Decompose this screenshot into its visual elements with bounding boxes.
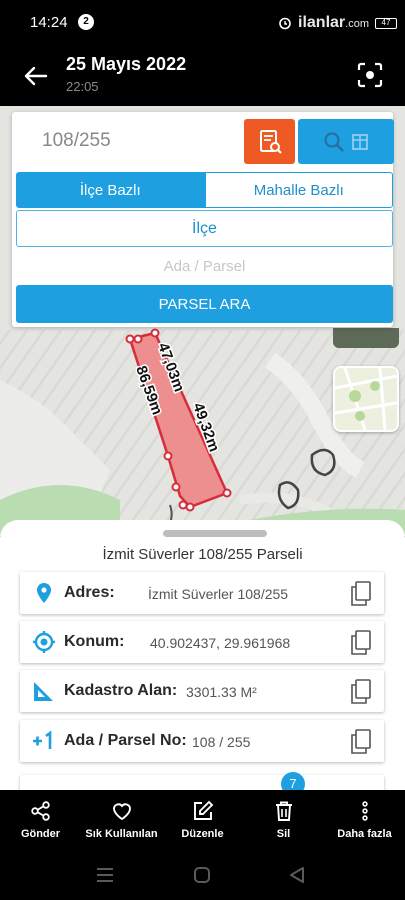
tab-neighborhood[interactable]: Mahalle Bazlı	[204, 172, 393, 208]
document-search-icon	[259, 129, 282, 154]
copy-icon[interactable]	[348, 629, 374, 656]
share-icon	[30, 801, 50, 821]
magnifier-icon	[324, 131, 344, 152]
parcel-search-button[interactable]: PARSEL ARA	[16, 285, 393, 323]
street-map-preview	[335, 368, 397, 430]
status-time: 14:24	[30, 14, 68, 31]
edit-button[interactable]: Düzenle	[162, 790, 243, 850]
home-icon[interactable]	[193, 866, 211, 884]
street-layer-thumbnail[interactable]	[333, 366, 399, 432]
battery-icon: 47	[375, 17, 397, 29]
recent-apps-icon[interactable]	[95, 866, 115, 884]
favorites-button[interactable]: Sık Kullanılan	[81, 790, 162, 850]
more-button[interactable]: Daha fazla	[324, 790, 405, 850]
satellite-layer-thumbnail[interactable]	[333, 328, 399, 348]
notification-count-badge: 2	[78, 14, 94, 30]
parcel-search-card: İlçe Bazlı Mahalle Bazlı İlçe Ada / Pars…	[12, 112, 394, 327]
delete-button[interactable]: Sil	[243, 790, 324, 850]
app-bar: 25 Mayıs 2022 22:05	[0, 44, 405, 106]
tab-district[interactable]: İlçe Bazlı	[16, 172, 205, 208]
trash-icon	[275, 801, 292, 821]
alarm-icon	[279, 17, 291, 30]
system-navigation-bar	[0, 850, 405, 900]
status-icons: ilanlar.com 47	[278, 14, 397, 32]
share-label: Gönder	[20, 828, 61, 840]
parcel-number-value: 108 / 255	[192, 734, 251, 750]
page-subtitle: 22:05	[66, 79, 99, 94]
ada-parsel-field[interactable]: Ada / Parsel	[16, 250, 393, 282]
copy-icon[interactable]	[348, 678, 374, 705]
watermark-suffix: .com	[345, 18, 369, 30]
copy-icon[interactable]	[348, 728, 374, 755]
collapsed-row	[20, 775, 384, 790]
parcel-input[interactable]	[28, 119, 248, 163]
district-select[interactable]: İlçe	[16, 210, 393, 247]
area-row: Kadastro Alan: 3301.33 M²	[20, 670, 384, 712]
parcel-number-label: Ada / Parsel No:	[64, 732, 187, 749]
page-title: 25 Mayıs 2022	[66, 54, 187, 74]
back-nav-icon[interactable]	[288, 866, 306, 884]
map-grid-icon	[352, 133, 368, 150]
edit-label: Düzenle	[181, 828, 224, 840]
area-value: 3301.33 M²	[186, 684, 257, 700]
heart-icon	[112, 803, 131, 821]
delete-label: Sil	[276, 828, 291, 840]
more-vertical-icon	[361, 801, 368, 821]
focus-target-icon[interactable]	[357, 62, 383, 88]
edit-icon	[193, 800, 213, 820]
search-mode-tabs: İlçe Bazlı Mahalle Bazlı	[16, 172, 393, 208]
watermark-text: ilanlar	[298, 14, 346, 31]
search-button[interactable]	[298, 119, 394, 164]
favorites-label: Sık Kullanılan	[85, 828, 158, 840]
share-button[interactable]: Gönder	[0, 790, 81, 850]
count-badge[interactable]: 7	[281, 772, 305, 790]
bottom-toolbar: Gönder Sık Kullanılan Düzenle Sil Daha f…	[0, 790, 405, 850]
sheet-drag-handle[interactable]	[163, 530, 267, 537]
report-button[interactable]	[244, 119, 295, 164]
watermark: ilanlar.com	[298, 14, 369, 32]
location-row: Konum: 40.902437, 29.961968	[20, 621, 384, 663]
crosshair-icon	[33, 631, 55, 653]
arrow-left-icon[interactable]	[22, 62, 50, 90]
plus-one-icon	[33, 730, 52, 749]
address-value: İzmit Süverler 108/255	[148, 586, 289, 602]
address-label: Adres:	[64, 584, 115, 601]
location-value: 40.902437, 29.961968	[150, 635, 291, 651]
parcel-number-row: Ada / Parsel No: 108 / 255	[20, 720, 384, 762]
status-bar: 14:24 2 ilanlar.com 47	[0, 0, 405, 44]
area-label: Kadastro Alan:	[64, 682, 178, 699]
address-row: Adres: İzmit Süverler 108/255	[20, 572, 384, 614]
location-pin-icon	[37, 583, 51, 603]
parcel-info-sheet: İzmit Süverler 108/255 Parseli Adres: İz…	[0, 520, 405, 790]
copy-icon[interactable]	[348, 580, 374, 607]
more-label: Daha fazla	[337, 828, 392, 840]
parcel-title: İzmit Süverler 108/255 Parseli	[102, 546, 303, 563]
ruler-triangle-icon	[34, 682, 53, 701]
location-label: Konum:	[64, 633, 125, 650]
